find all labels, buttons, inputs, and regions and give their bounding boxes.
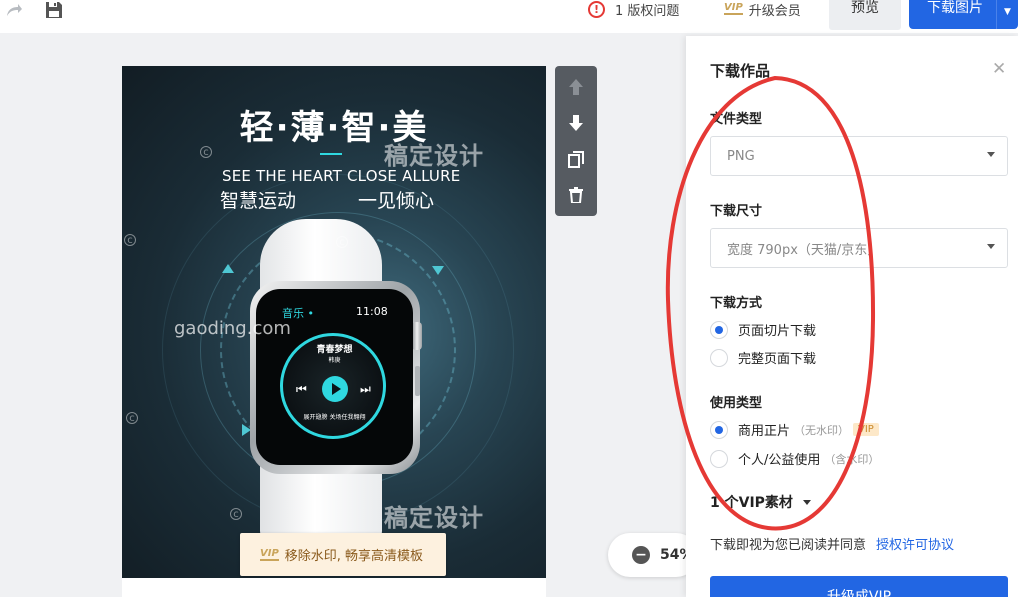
file-type-select[interactable]: PNG — [710, 136, 1008, 176]
download-method-label: 下载方式 — [710, 296, 763, 311]
method-option-label: 页面切片下载 — [738, 324, 817, 339]
poster-subtitle-cn-left: 智慧运动 — [220, 190, 297, 212]
play-icon — [322, 376, 348, 402]
watermark-text: 稿定设计 — [384, 504, 484, 532]
usage-option-label: 商用正片 — [738, 424, 791, 439]
chevron-down-icon[interactable]: ▼ — [996, 0, 1018, 29]
panel-title: 下载作品 — [710, 62, 771, 80]
decor-triangle — [432, 266, 444, 275]
remove-watermark-label: 移除水印, 畅享高清模板 — [284, 549, 424, 564]
upgrade-vip-button[interactable]: VIP 升级会员 — [724, 0, 801, 19]
watch-lyric: 展开翅膀 关场任我翱翔 — [303, 414, 366, 421]
vip-icon: VIP — [260, 547, 279, 561]
preview-button[interactable]: 预览 — [829, 0, 901, 30]
method-option-full[interactable]: 完整页面下载 — [710, 348, 816, 367]
file-type-label: 文件类型 — [710, 112, 763, 127]
top-toolbar: ! 1 版权问题 VIP 升级会员 预览 下载图片 ▼ — [0, 0, 1018, 33]
license-link[interactable]: 授权许可协议 — [876, 538, 954, 553]
upgrade-vip-cta-button[interactable]: 升级成VIP — [710, 576, 1008, 597]
watch-artist: 韩庚 — [328, 357, 341, 364]
previous-track-icon: ⏮ — [296, 382, 307, 396]
remove-watermark-banner[interactable]: VIP 移除水印, 畅享高清模板 — [240, 533, 446, 576]
zoom-out-icon[interactable]: − — [632, 546, 650, 564]
redo-icon[interactable] — [4, 0, 24, 20]
copyright-issues-button[interactable]: ! 1 版权问题 — [588, 0, 680, 19]
download-panel: 下载作品 ✕ 文件类型 PNG 下载尺寸 宽度 790px（天猫/京东） 下载方… — [686, 36, 1018, 597]
method-option-slices[interactable]: 页面切片下载 — [710, 320, 816, 339]
watch-time: 11:08 — [356, 305, 388, 318]
next-track-icon: ⏭ — [360, 382, 371, 396]
watch-side-button — [415, 366, 420, 396]
watermark-domain: gaoding.com — [174, 318, 291, 339]
vip-badge: VIP — [853, 423, 879, 436]
license-agreement: 下载即视为您已阅读并同意 授权许可协议 — [710, 534, 954, 553]
file-type-value: PNG — [727, 148, 755, 164]
element-toolbar — [555, 66, 597, 216]
radio-selected[interactable] — [710, 320, 728, 339]
poster-subtitle-cn-right: 一见倾心 — [358, 190, 435, 212]
zoom-control[interactable]: − 54% — [608, 533, 698, 577]
vip-material-count[interactable]: 1 个VIP素材 — [710, 492, 811, 512]
copyright-issues-label: 1 版权问题 — [615, 3, 680, 19]
copyright-mark-icon: c — [200, 146, 212, 158]
accent-line — [320, 153, 342, 155]
upgrade-vip-label: 升级会员 — [748, 3, 801, 19]
decor-triangle — [222, 264, 234, 273]
method-option-label: 完整页面下载 — [738, 352, 817, 367]
delete-icon[interactable] — [555, 180, 597, 210]
design-canvas[interactable]: 轻·薄·智·美 SEE THE HEART CLOSE ALLURE 智慧运动 … — [122, 66, 546, 578]
radio-unselected[interactable] — [710, 449, 728, 468]
move-down-icon[interactable] — [555, 108, 597, 138]
copyright-mark-icon: c — [336, 236, 348, 248]
copyright-mark-icon: c — [230, 508, 242, 520]
dropdown-arrow-icon — [987, 244, 995, 249]
agree-text: 下载即视为您已阅读并同意 — [710, 538, 867, 553]
save-icon[interactable] — [44, 0, 64, 20]
download-image-label: 下载图片 — [927, 0, 983, 16]
copyright-mark-icon: c — [124, 234, 136, 246]
usage-option-note: （含水印） — [824, 452, 880, 466]
watch-screen: 音乐 • 11:08 青春梦想 韩庚 ⏮ ⏭ 展开翅膀 关场任我翱翔 — [256, 289, 413, 465]
chevron-down-icon — [802, 499, 811, 505]
usage-option-commercial[interactable]: 商用正片 （无水印） VIP — [710, 420, 879, 439]
vip-count-label: 1 个VIP素材 — [710, 495, 793, 511]
usage-type-label: 使用类型 — [710, 396, 763, 411]
usage-option-label: 个人/公益使用 — [738, 453, 821, 468]
watermark-text: 稿定设计 — [384, 142, 484, 170]
download-size-value: 宽度 790px（天猫/京东） — [727, 242, 881, 258]
radio-selected[interactable] — [710, 420, 728, 439]
dropdown-arrow-icon — [987, 152, 995, 157]
warning-icon: ! — [588, 0, 605, 18]
download-image-button[interactable]: 下载图片 ▼ — [909, 0, 1018, 29]
usage-option-note: （无水印） — [794, 423, 850, 437]
radio-unselected[interactable] — [710, 348, 728, 367]
canvas-bottom-strip — [122, 578, 546, 597]
download-size-label: 下载尺寸 — [710, 204, 763, 219]
move-up-icon[interactable] — [555, 72, 597, 102]
download-size-select[interactable]: 宽度 790px（天猫/京东） — [710, 228, 1008, 268]
usage-option-personal[interactable]: 个人/公益使用 （含水印） — [710, 449, 879, 468]
vip-icon: VIP — [724, 2, 743, 15]
watch-crown — [412, 322, 422, 350]
watch-song-title: 青春梦想 — [316, 345, 353, 355]
copyright-mark-icon: c — [126, 412, 138, 424]
duplicate-icon[interactable] — [555, 144, 597, 174]
close-icon[interactable]: ✕ — [992, 59, 1006, 79]
